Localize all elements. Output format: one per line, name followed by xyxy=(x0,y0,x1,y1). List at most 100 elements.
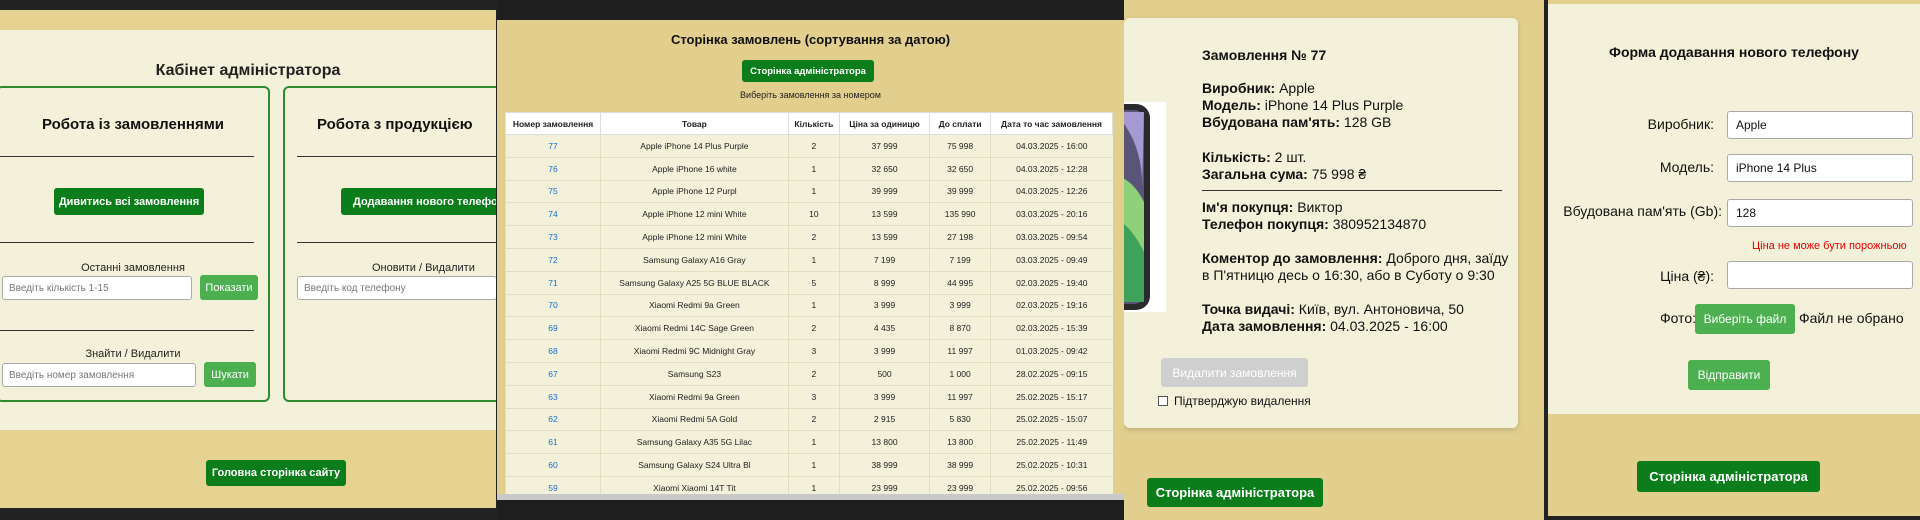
table-row[interactable]: 74 Apple iPhone 12 mini White 10 13 599 135 … xyxy=(504,202,1113,227)
admin-page-button[interactable]: Сторінка адміністратора xyxy=(1147,478,1323,507)
order-number-link[interactable]: 71 xyxy=(504,271,601,295)
table-cell: 1 xyxy=(787,157,840,181)
table-row[interactable]: 61 Samsung Galaxy A35 5G Lilac 1 13 800 13 8… xyxy=(504,430,1113,455)
order-number-link[interactable]: 69 xyxy=(504,316,601,341)
column-header: До сплати xyxy=(929,112,992,135)
comment-line: Коментор до замовлення: Доброго дня, заї… xyxy=(1202,250,1509,266)
table-cell: 02.03.2025 - 15:39 xyxy=(990,316,1113,341)
recent-count-input[interactable]: Введіть кількість 1-15 xyxy=(2,276,192,300)
recent-orders-label: Останні замовлення xyxy=(81,262,185,274)
order-number-link[interactable]: 74 xyxy=(504,202,601,227)
delete-order-button[interactable]: Видалити замовлення xyxy=(1161,358,1308,387)
order-title: Замовлення № 77 xyxy=(1202,47,1327,63)
table-cell: 1 xyxy=(787,453,840,477)
table-row[interactable]: 76 Apple iPhone 16 white 1 32 650 32 650 04.0… xyxy=(504,157,1113,181)
table-cell: 4 435 xyxy=(838,316,930,341)
confirm-delete-label: Підтверджую видалення xyxy=(1174,394,1311,408)
order-number-link[interactable]: 70 xyxy=(504,294,601,318)
order-number-link[interactable]: 77 xyxy=(504,134,601,158)
divider xyxy=(297,156,496,157)
update-delete-label: Оновити / Видалити xyxy=(372,262,475,274)
phone-line: Телефон покупця: 380952134870 xyxy=(1202,216,1427,232)
home-page-button[interactable]: Головна сторінка сайту xyxy=(206,460,346,486)
table-row[interactable]: 75 Apple iPhone 12 Purpl 1 39 999 39 999 04.0… xyxy=(504,180,1113,204)
table-cell: Samsung Galaxy A16 Gray xyxy=(600,248,789,272)
table-row[interactable]: 63 Xiaomi Redmi 9a Green 3 3 999 11 997 25.02… xyxy=(504,385,1113,409)
table-cell: Samsung S23 xyxy=(600,362,789,386)
products-box-title: Робота з продукцією xyxy=(317,116,473,133)
order-number-link[interactable]: 72 xyxy=(504,248,601,272)
total-line: Загальна сума: 75 998 ₴ xyxy=(1202,166,1367,182)
order-number-link[interactable]: 62 xyxy=(504,408,601,432)
table-cell: 75 998 xyxy=(929,134,991,158)
bottom-bar xyxy=(497,500,1124,520)
model-input[interactable]: iPhone 14 Plus xyxy=(1727,154,1913,182)
order-number-link[interactable]: 67 xyxy=(504,362,601,386)
table-row[interactable]: 60 Samsung Galaxy S24 Ultra Bl 1 38 999 38 9… xyxy=(504,453,1113,477)
table-cell: 32 650 xyxy=(929,157,991,181)
view-all-orders-button[interactable]: Дивитись всі замовлення xyxy=(54,188,204,215)
price-input[interactable] xyxy=(1727,261,1913,289)
column-header: Номер замовлення xyxy=(504,112,602,135)
add-new-phone-button[interactable]: Додавання нового телефону xyxy=(341,188,496,215)
table-cell: 3 999 xyxy=(929,294,991,318)
confirm-delete-checkbox[interactable] xyxy=(1158,396,1168,406)
order-number-input[interactable]: Введіть номер замовлення xyxy=(2,363,196,387)
table-cell: 2 xyxy=(787,362,840,386)
memory-label: Вбудована пам'ять (Gb): xyxy=(1563,203,1722,219)
phone-code-input[interactable]: Введіть код телефону xyxy=(297,276,496,300)
maker-line: Виробник: Apple xyxy=(1202,80,1315,96)
table-row[interactable]: 70 Xiaomi Redmi 9a Green 1 3 999 3 999 02.03.… xyxy=(504,294,1113,318)
order-number-link[interactable]: 68 xyxy=(504,339,601,363)
memory-input[interactable]: 128 xyxy=(1727,199,1913,227)
order-number-link[interactable]: 75 xyxy=(504,180,601,204)
table-cell: Xiaomi Redmi 14C Sage Green xyxy=(600,316,789,341)
phone-picture xyxy=(1124,104,1150,310)
quantity-line: Кількість: 2 шт. xyxy=(1202,149,1307,165)
table-cell: 135 990 xyxy=(929,202,991,227)
no-file-text: Файл не обрано xyxy=(1799,310,1904,326)
table-row[interactable]: 72 Samsung Galaxy A16 Gray 1 7 199 7 199 03.0… xyxy=(504,248,1113,272)
table-cell: Xiaomi Redmi 9a Green xyxy=(600,385,789,409)
table-row[interactable]: 67 Samsung S23 2 500 1 000 28.02.2025 - 09:15 xyxy=(504,362,1113,386)
admin-page-button[interactable]: Сторінка адміністратора xyxy=(742,60,874,82)
price-label: Ціна (₴): xyxy=(1660,268,1714,284)
table-cell: 11 997 xyxy=(929,385,991,409)
pickup-line: Точка видачі: Київ, вул. Антоновича, 50 xyxy=(1202,301,1464,317)
table-cell: 7 199 xyxy=(838,248,930,272)
order-number-link[interactable]: 76 xyxy=(504,157,601,181)
table-row[interactable]: 71 Samsung Galaxy A25 5G BLUE BLACK 5 8 999… xyxy=(504,271,1113,295)
table-row[interactable]: 68 Xiaomi Redmi 9C Midnight Gray 3 3 999 11 … xyxy=(504,339,1113,363)
order-number-link[interactable]: 63 xyxy=(504,385,601,409)
choose-file-button[interactable]: Виберіть файл xyxy=(1695,304,1795,334)
table-cell: 02.03.2025 - 19:40 xyxy=(990,271,1113,295)
table-cell: 39 999 xyxy=(929,180,991,204)
table-cell: 27 198 xyxy=(929,225,991,249)
add-phone-form-panel: Форма додавання нового телефону Виробник… xyxy=(1548,0,1920,516)
table-row[interactable]: 73 Apple iPhone 12 mini White 2 13 599 27 19… xyxy=(504,225,1113,249)
table-cell: 02.03.2025 - 19:16 xyxy=(990,294,1113,318)
comment-line-2: в П'ятницю десь о 16:30, або в Суботу о … xyxy=(1202,267,1495,283)
table-cell: 04.03.2025 - 12:28 xyxy=(990,157,1113,181)
table-row[interactable]: 62 Xiaomi Redmi 5A Gold 2 2 915 5 830 25.02.2… xyxy=(504,408,1113,432)
order-number-link[interactable]: 60 xyxy=(504,453,601,477)
order-number-link[interactable]: 61 xyxy=(504,430,601,455)
submit-button[interactable]: Відправити xyxy=(1688,360,1770,390)
table-cell: 11 997 xyxy=(929,339,991,363)
form-title: Форма додавання нового телефону xyxy=(1609,44,1859,60)
table-cell: 2 915 xyxy=(838,408,930,432)
table-cell: Samsung Galaxy A25 5G BLUE BLACK xyxy=(600,271,789,295)
table-row[interactable]: 69 Xiaomi Redmi 14C Sage Green 2 4 435 8 870… xyxy=(504,316,1113,341)
search-button[interactable]: Шукати xyxy=(204,362,256,387)
table-cell: Xiaomi Redmi 9C Midnight Gray xyxy=(600,339,789,363)
show-button[interactable]: Показати xyxy=(200,275,258,300)
table-cell: 2 xyxy=(787,316,840,341)
table-cell: 25.02.2025 - 11:49 xyxy=(990,430,1113,455)
table-cell: 3 xyxy=(787,339,840,363)
table-cell: 25.02.2025 - 15:07 xyxy=(990,408,1113,432)
table-row[interactable]: 77 Apple iPhone 14 Plus Purple 2 37 999 75 9… xyxy=(504,134,1113,158)
order-number-link[interactable]: 73 xyxy=(504,225,601,249)
table-cell: 03.03.2025 - 20:16 xyxy=(990,202,1113,227)
maker-input[interactable]: Apple xyxy=(1727,111,1913,139)
admin-page-button[interactable]: Сторінка адміністратора xyxy=(1637,461,1820,492)
